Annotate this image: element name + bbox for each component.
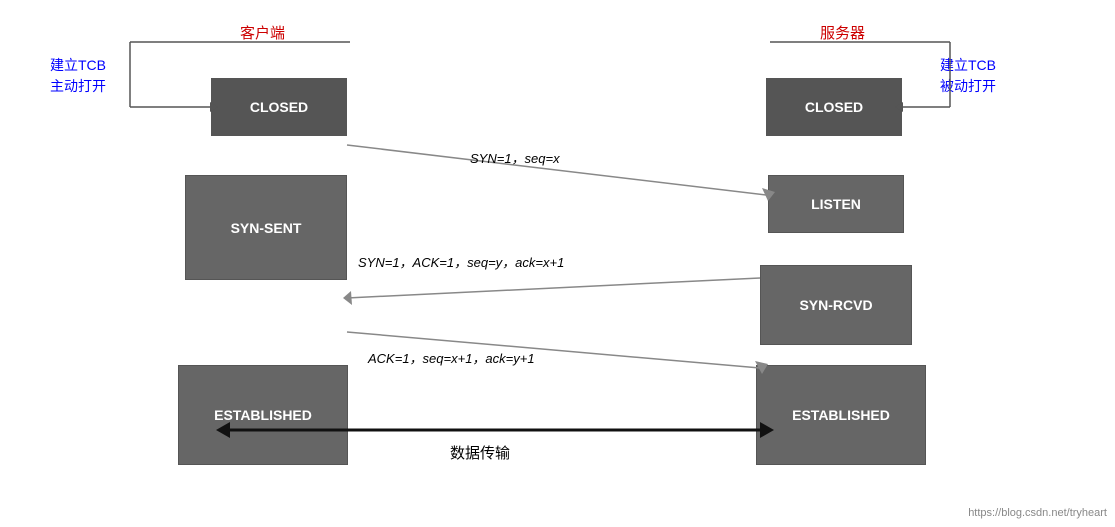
client-label: 客户端 — [240, 22, 285, 43]
data-transfer-label: 数据传输 — [450, 442, 510, 463]
client-established-box: ESTABLISHED — [178, 365, 348, 465]
watermark: https://blog.csdn.net/tryheart — [968, 507, 1107, 519]
arrow3-label: ACK=1，seq=x+1，ack=y+1 — [368, 348, 535, 367]
client-closed-box: CLOSED — [211, 78, 347, 136]
server-note: 建立TCB 被动打开 — [940, 55, 996, 97]
client-note: 建立TCB 主动打开 — [50, 55, 106, 97]
server-label: 服务器 — [820, 22, 865, 43]
server-listen-box: LISTEN — [768, 175, 904, 233]
server-closed-box: CLOSED — [766, 78, 902, 136]
client-syn-sent-box: SYN-SENT — [185, 175, 347, 280]
arrow2-label: SYN=1，ACK=1，seq=y，ack=x+1 — [358, 252, 564, 271]
server-syn-rcvd-box: SYN-RCVD — [760, 265, 912, 345]
server-established-box: ESTABLISHED — [756, 365, 926, 465]
arrow1-label: SYN=1，seq=x — [470, 148, 560, 167]
diagram-container: 建立TCB 主动打开 客户端 服务器 建立TCB 被动打开 CLOSED SYN… — [0, 0, 1115, 527]
